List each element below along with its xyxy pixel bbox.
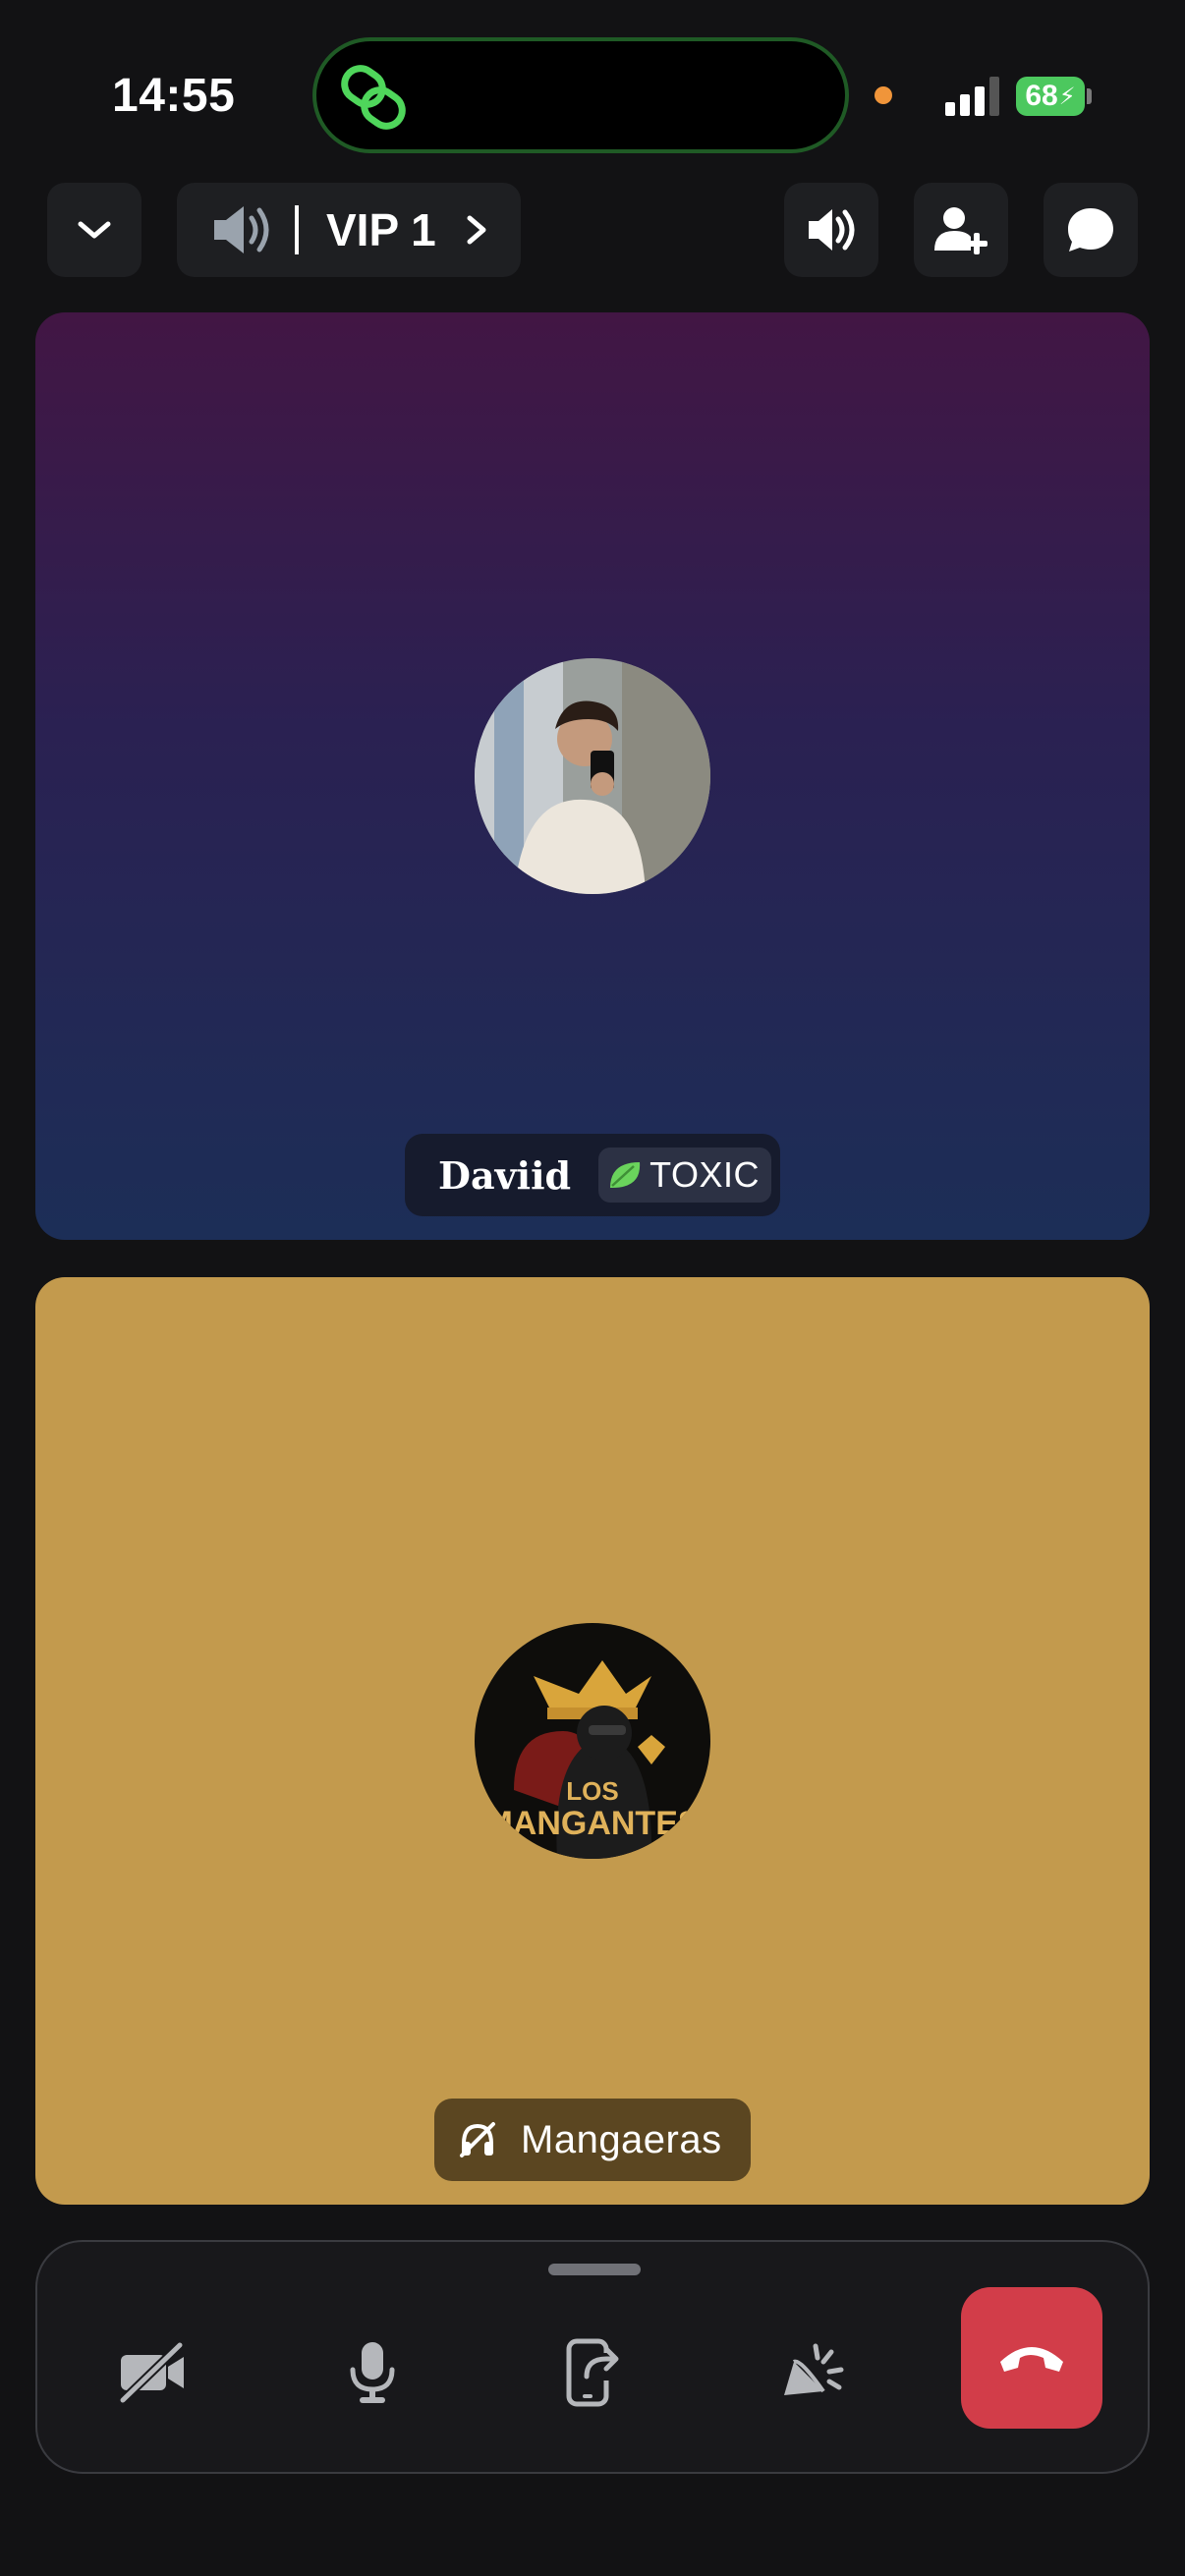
participant-nameplate: Mangaeras	[434, 2099, 751, 2181]
battery-nub	[1087, 88, 1092, 104]
collapse-button[interactable]	[47, 183, 141, 277]
leaf-icon	[610, 1162, 641, 1188]
battery-icon: 68 ⚡	[1016, 77, 1085, 116]
camera-off-icon	[119, 2341, 184, 2404]
camera-toggle-button[interactable]	[81, 2301, 224, 2444]
clan-tag-text: TOXIC	[649, 1154, 760, 1195]
participant-name: Mangaeras	[521, 2117, 722, 2161]
participant-tile[interactable]: LOS MANGANTES Mangaeras	[35, 1277, 1150, 2205]
avatar-text-line1: LOS	[566, 1776, 618, 1806]
screen-share-button[interactable]	[521, 2301, 664, 2444]
end-call-icon	[1000, 2347, 1063, 2372]
soundboard-button[interactable]	[741, 2301, 884, 2444]
channel-name: VIP 1	[326, 204, 436, 255]
avatar: LOS MANGANTES	[475, 1623, 710, 1859]
output-volume-button[interactable]	[784, 183, 878, 277]
participant-nameplate: Daviid TOXIC	[405, 1134, 780, 1216]
clan-tag: TOXIC	[598, 1148, 771, 1203]
microphone-icon	[350, 2342, 395, 2403]
avatar-text-line2: MANGANTES	[484, 1805, 700, 1842]
speaker-icon	[214, 206, 269, 253]
channel-header[interactable]: VIP 1	[177, 183, 521, 277]
chat-icon	[1068, 208, 1113, 252]
invite-button[interactable]	[914, 183, 1008, 277]
divider	[295, 205, 299, 254]
link-icon	[341, 65, 406, 130]
participant-name: Daviid	[438, 1152, 572, 1198]
avatar	[475, 658, 710, 894]
privacy-indicator-dot	[875, 86, 892, 104]
status-time: 14:55	[112, 70, 236, 122]
drawer-handle[interactable]	[548, 2264, 641, 2275]
participant-tile[interactable]: Daviid TOXIC	[35, 312, 1150, 1240]
end-call-button[interactable]	[961, 2287, 1102, 2429]
add-user-icon	[934, 207, 988, 254]
chevron-down-icon	[78, 221, 111, 239]
chat-button[interactable]	[1044, 183, 1138, 277]
chevron-right-icon	[467, 215, 486, 245]
screen-share-icon	[566, 2338, 620, 2407]
deafened-icon	[460, 2122, 495, 2157]
battery-level: 68	[1025, 80, 1058, 112]
soundboard-icon	[784, 2343, 844, 2395]
volume-icon	[809, 209, 855, 251]
dynamic-island[interactable]	[312, 37, 849, 153]
call-controls	[35, 2240, 1150, 2474]
signal-icon	[945, 77, 1000, 116]
microphone-button[interactable]	[301, 2301, 444, 2444]
